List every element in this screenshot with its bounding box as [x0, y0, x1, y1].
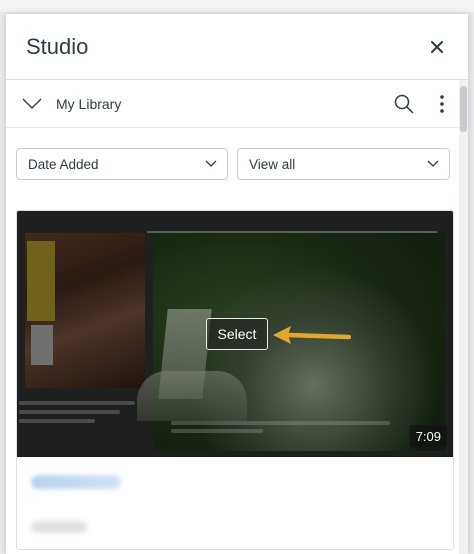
search-button[interactable]: [392, 92, 416, 116]
media-thumbnail[interactable]: Select 7:09: [17, 211, 453, 457]
vertical-ellipsis-icon: [440, 94, 444, 113]
media-title-redacted[interactable]: [31, 475, 121, 489]
media-card[interactable]: Select 7:09: [16, 210, 454, 550]
sort-select-value: Date Added: [28, 156, 99, 172]
search-icon: [394, 94, 414, 113]
scrollbar-thumb[interactable]: [460, 86, 467, 132]
close-button[interactable]: [426, 36, 448, 58]
background-strip: [0, 0, 474, 12]
sort-select[interactable]: Date Added: [16, 148, 228, 180]
media-meta: [17, 457, 453, 549]
chevron-down-icon: [427, 160, 439, 167]
more-options-button[interactable]: [430, 92, 454, 116]
scrollbar-track[interactable]: [459, 80, 468, 554]
chevron-down-icon[interactable]: [22, 98, 42, 110]
panel-title: Studio: [26, 33, 89, 59]
close-icon: [431, 40, 443, 53]
select-media-button[interactable]: Select: [206, 318, 268, 350]
chevron-down-icon: [205, 160, 217, 167]
library-bar: My Library: [6, 80, 468, 128]
studio-panel: Studio My Library Date Added View all Se…: [6, 14, 468, 554]
panel-header: Studio: [6, 14, 468, 80]
pointer-arrow-icon: [273, 326, 351, 344]
library-label[interactable]: My Library: [56, 96, 378, 112]
media-subtitle-redacted: [31, 521, 87, 533]
filter-row: Date Added View all: [6, 128, 468, 180]
view-filter-select[interactable]: View all: [237, 148, 450, 180]
duration-badge: 7:09: [409, 425, 447, 447]
view-filter-value: View all: [249, 156, 296, 172]
